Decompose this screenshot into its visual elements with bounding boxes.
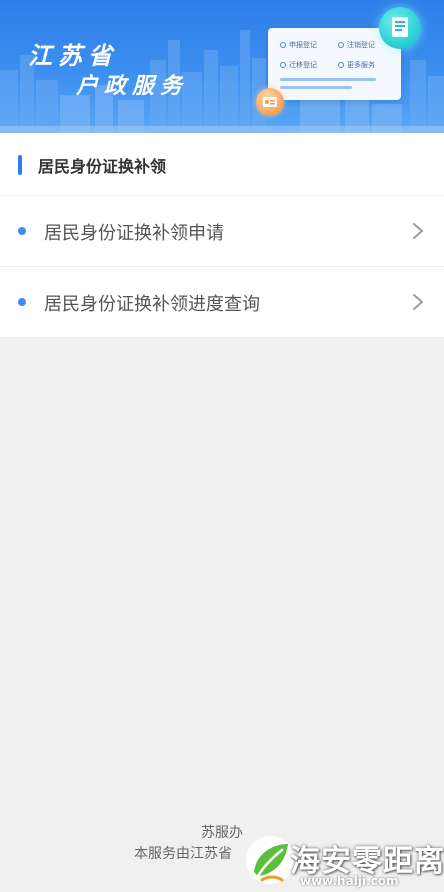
id-card-icon (256, 88, 284, 116)
list-item-label: 居民身份证换补领申请 (44, 223, 224, 244)
header-banner: 江苏省 户政服务 申报登记 注销登记 迁移登记 更多服务 (0, 0, 444, 133)
section-accent-bar (18, 155, 22, 175)
card-placeholder-bar (280, 86, 352, 89)
bullet-dot-icon (18, 227, 26, 235)
section-header: 居民身份证换补领 (0, 133, 444, 196)
card-item: 迁移登记 (280, 60, 317, 70)
chevron-right-icon (413, 223, 423, 239)
section-title: 居民身份证换补领 (38, 157, 167, 176)
circle-icon (338, 62, 344, 68)
watermark-url: www.halji.com (300, 874, 399, 888)
watermark: 海安零距离 www.halji.com (242, 826, 444, 892)
list-item-progress-query[interactable]: 居民身份证换补领进度查询 (0, 267, 444, 337)
list-item-label: 居民身份证换补领进度查询 (44, 294, 260, 315)
card-item: 更多服务 (338, 60, 375, 70)
bullet-dot-icon (18, 298, 26, 306)
card-item: 申报登记 (280, 40, 317, 50)
list-item-apply[interactable]: 居民身份证换补领申请 (0, 196, 444, 267)
card-item: 注销登记 (338, 40, 375, 50)
footer-service-note: 本服务由江苏省 (134, 846, 232, 862)
circle-icon (338, 42, 344, 48)
circle-icon (280, 62, 286, 68)
circle-icon (280, 42, 286, 48)
banner-title-service: 户政服务 (76, 74, 189, 99)
document-icon (379, 7, 421, 49)
card-placeholder-bar (280, 78, 376, 81)
banner-title-province: 江苏省 (28, 42, 118, 70)
chevron-right-icon (413, 294, 423, 310)
